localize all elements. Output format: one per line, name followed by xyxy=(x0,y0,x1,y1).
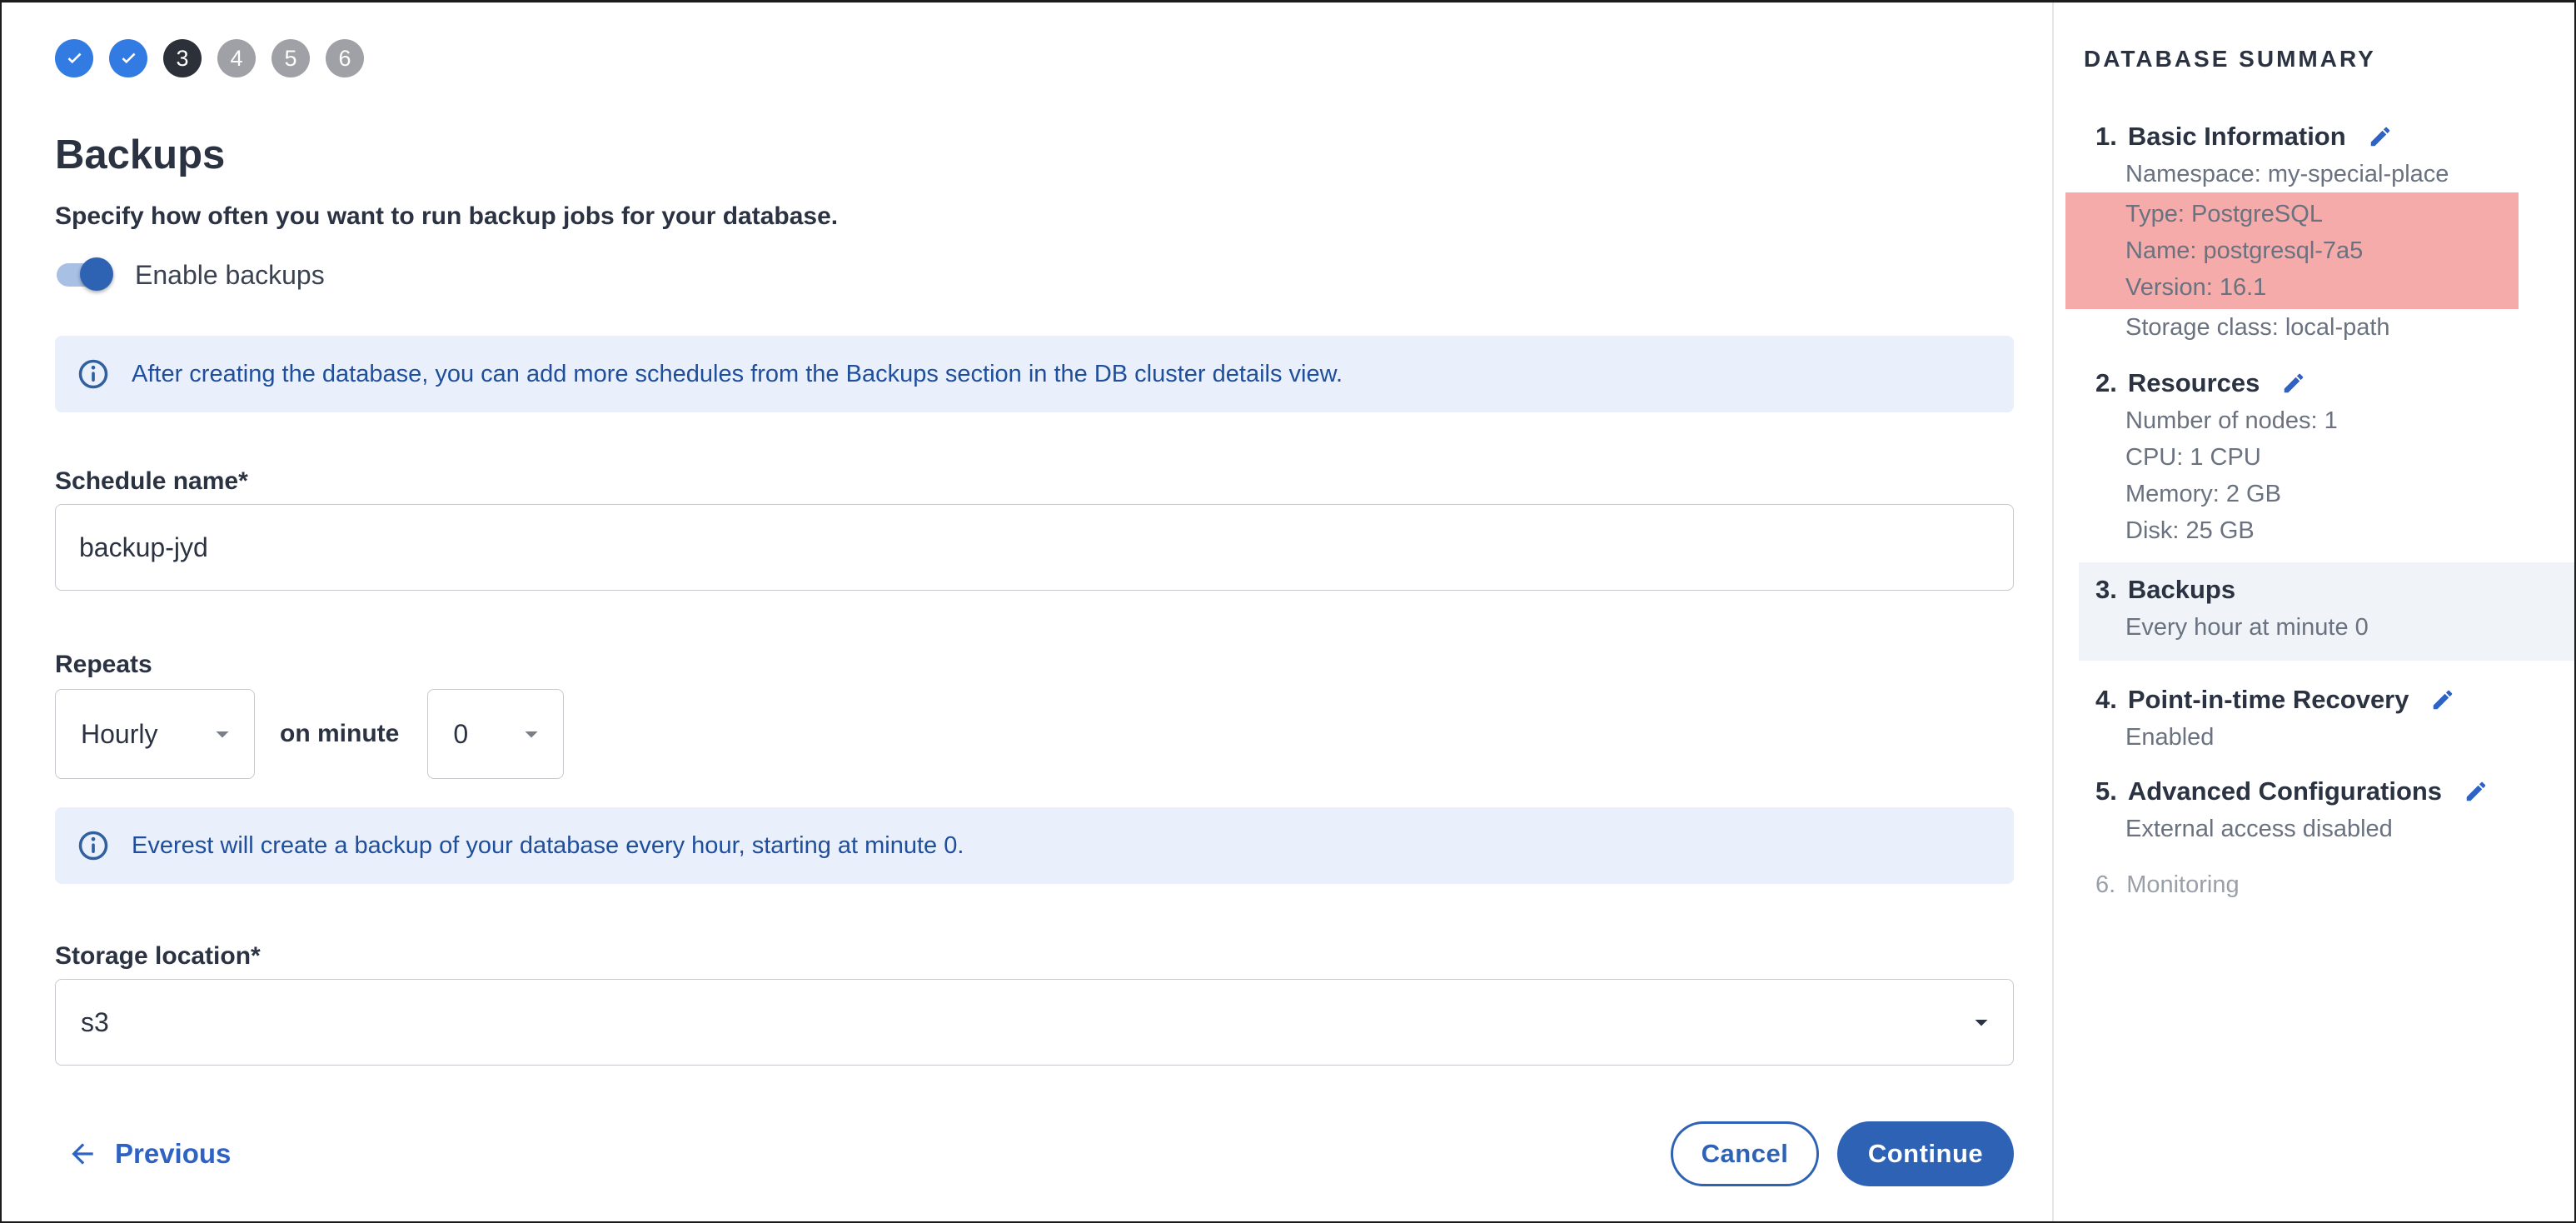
check-icon xyxy=(117,47,140,70)
summary-section-resources: 2. Resources Number of nodes: 1 CPU: 1 C… xyxy=(2054,367,2574,549)
chevron-down-icon xyxy=(1966,1007,1996,1037)
summary-item: Name: postgresql-7a5 xyxy=(2125,232,2519,269)
previous-label: Previous xyxy=(115,1138,231,1170)
section-title: Resources xyxy=(2128,367,2260,399)
section-number: 1. xyxy=(2095,121,2117,152)
page-subtitle: Specify how often you want to run backup… xyxy=(55,201,2014,232)
info-icon xyxy=(77,829,110,862)
step-5-advanced[interactable]: 5 xyxy=(272,39,310,77)
enable-backups-row: Enable backups xyxy=(55,251,2014,299)
continue-button[interactable]: Continue xyxy=(1837,1121,2014,1186)
page-title: Backups xyxy=(55,131,2014,179)
repeats-row: Hourly on minute 0 xyxy=(55,689,2014,779)
minute-value: 0 xyxy=(453,719,468,750)
section-title: Point-in-time Recovery xyxy=(2128,684,2409,716)
repeats-value: Hourly xyxy=(81,719,157,750)
minute-select[interactable]: 0 xyxy=(427,689,564,779)
summary-item: Namespace: my-special-place xyxy=(2125,156,2574,192)
repeats-label: Repeats xyxy=(55,651,2014,679)
on-minute-label: on minute xyxy=(280,720,399,748)
sidebar-title: DATABASE SUMMARY xyxy=(2084,46,2574,72)
app-window: 3 4 5 6 Backups Specify how often you wa… xyxy=(0,0,2576,1223)
section-title: Advanced Configurations xyxy=(2128,776,2442,807)
summary-item: CPU: 1 CPU xyxy=(2125,439,2574,476)
wizard-footer: Previous Cancel Continue xyxy=(55,1121,2014,1187)
summary-section-basic-information: 1. Basic Information Namespace: my-speci… xyxy=(2054,121,2574,346)
wizard-main-panel: 3 4 5 6 Backups Specify how often you wa… xyxy=(2,2,2052,1221)
summary-item: Enabled xyxy=(2125,719,2574,756)
schedules-info-alert: After creating the database, you can add… xyxy=(55,336,2014,412)
section-title: Monitoring xyxy=(2126,869,2239,901)
previous-button[interactable]: Previous xyxy=(67,1138,231,1170)
section-title: Backups xyxy=(2128,574,2235,606)
edit-advanced-configurations-icon[interactable] xyxy=(2464,779,2489,804)
enable-backups-label: Enable backups xyxy=(135,260,325,291)
section-title: Basic Information xyxy=(2128,121,2346,152)
section-number: 4. xyxy=(2095,684,2117,716)
toggle-knob xyxy=(80,257,113,291)
section-number: 3. xyxy=(2095,574,2117,606)
storage-location-value: s3 xyxy=(81,1007,109,1038)
check-icon xyxy=(63,47,86,70)
alert-text: After creating the database, you can add… xyxy=(132,359,1343,389)
step-3-backups[interactable]: 3 xyxy=(163,39,202,77)
summary-section-backups-active: 3. Backups Every hour at minute 0 xyxy=(2079,562,2574,661)
chevron-down-icon xyxy=(207,719,237,749)
enable-backups-toggle[interactable] xyxy=(57,262,112,287)
summary-item: Number of nodes: 1 xyxy=(2125,402,2574,439)
summary-item: Memory: 2 GB xyxy=(2125,476,2574,512)
arrow-left-icon xyxy=(67,1138,98,1170)
storage-location-select[interactable]: s3 xyxy=(55,979,2014,1066)
chevron-down-icon xyxy=(516,719,546,749)
summary-item: Type: PostgreSQL xyxy=(2125,196,2519,232)
summary-item: Storage class: local-path xyxy=(2125,309,2574,346)
database-summary-sidebar: DATABASE SUMMARY 1. Basic Information Na… xyxy=(2052,2,2574,1221)
section-number: 2. xyxy=(2095,367,2117,399)
edit-resources-icon[interactable] xyxy=(2281,371,2306,396)
storage-location-label: Storage location* xyxy=(55,942,2014,971)
alert-text: Everest will create a backup of your dat… xyxy=(132,831,964,861)
wizard-stepper: 3 4 5 6 xyxy=(55,39,2014,77)
summary-section-monitoring: 6. Monitoring xyxy=(2054,869,2574,901)
changed-values-highlight: Type: PostgreSQL Name: postgresql-7a5 Ve… xyxy=(2065,192,2519,309)
summary-section-pitr: 4. Point-in-time Recovery Enabled xyxy=(2054,684,2574,756)
summary-item: External access disabled xyxy=(2125,811,2574,847)
step-6-monitoring[interactable]: 6 xyxy=(326,39,364,77)
schedule-name-label: Schedule name* xyxy=(55,467,2014,496)
cancel-button[interactable]: Cancel xyxy=(1671,1121,1819,1186)
step-1-basic-information[interactable] xyxy=(55,39,93,77)
info-icon xyxy=(77,357,110,391)
step-4-pitr[interactable]: 4 xyxy=(217,39,256,77)
section-number: 6. xyxy=(2095,869,2115,901)
schedule-name-input[interactable] xyxy=(55,504,2014,591)
summary-item: Every hour at minute 0 xyxy=(2125,609,2574,646)
edit-basic-information-icon[interactable] xyxy=(2368,124,2393,149)
summary-section-advanced-configurations: 5. Advanced Configurations External acce… xyxy=(2054,776,2574,847)
summary-item: Disk: 25 GB xyxy=(2125,512,2574,549)
step-2-resources[interactable] xyxy=(109,39,147,77)
summary-item: Version: 16.1 xyxy=(2125,269,2519,306)
section-number: 5. xyxy=(2095,776,2117,807)
frequency-info-alert: Everest will create a backup of your dat… xyxy=(55,807,2014,884)
edit-pitr-icon[interactable] xyxy=(2430,687,2455,712)
repeats-select[interactable]: Hourly xyxy=(55,689,255,779)
